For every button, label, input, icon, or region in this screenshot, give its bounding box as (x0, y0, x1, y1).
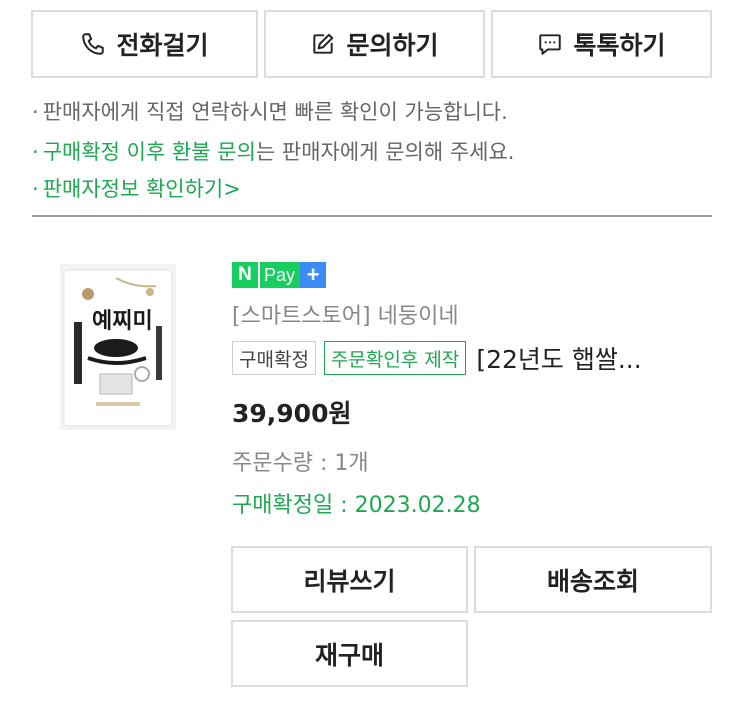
plus-icon: + (300, 262, 327, 288)
bullet: · (32, 140, 39, 164)
bullet: · (32, 177, 39, 201)
bullet: · (32, 100, 39, 124)
refund-notice: · 구매확정 이후 환불 문의는 판매자에게 문의해 주세요. (32, 136, 514, 166)
status-badge-made-to-order: 주문확인후 제작 (323, 341, 467, 375)
write-review-button[interactable]: 리뷰쓰기 (231, 546, 468, 613)
inquiry-button[interactable]: 문의하기 (264, 10, 485, 78)
phone-icon (80, 31, 106, 57)
npay-label: Pay (260, 262, 301, 288)
talktalk-button[interactable]: 톡톡하기 (491, 10, 712, 78)
store-name[interactable]: [스마트스토어] 네둥이네 (232, 298, 459, 330)
contact-notice: · 판매자에게 직접 연락하시면 빠른 확인이 가능합니다. (32, 96, 508, 126)
contact-notice-text: 판매자에게 직접 연락하시면 빠른 확인이 가능합니다. (42, 100, 508, 124)
call-button[interactable]: 전화걸기 (31, 10, 258, 78)
confirm-date: 구매확정일 : 2023.02.28 (232, 493, 481, 518)
seller-info-link-label: 판매자정보 확인하기 (42, 177, 224, 201)
seller-info-link[interactable]: · 판매자정보 확인하기> (32, 173, 241, 203)
track-delivery-label: 배송조회 (546, 566, 639, 596)
status-badges: 구매확정 주문확인후 제작 [22년도 햅쌀... (232, 340, 642, 376)
section-divider (32, 215, 712, 217)
refund-notice-highlight: 구매확정 이후 환불 문의 (42, 140, 256, 164)
product-price: 39,900원 (232, 399, 352, 428)
chat-bubble-icon (537, 31, 563, 57)
edit-icon (310, 31, 336, 57)
naver-n-icon: N (232, 262, 258, 288)
order-quantity: 주문수량 : 1개 (232, 451, 369, 476)
rebuy-button[interactable]: 재구매 (231, 620, 468, 687)
product-title[interactable]: [22년도 햅쌀... (476, 340, 641, 376)
inquiry-label: 문의하기 (346, 31, 439, 60)
refund-notice-text: 는 판매자에게 문의해 주세요. (255, 140, 515, 164)
product-image-text: 예찌미 (92, 308, 153, 334)
write-review-label: 리뷰쓰기 (303, 566, 396, 596)
status-badge-confirmed: 구매확정 (232, 341, 316, 375)
track-delivery-button[interactable]: 배송조회 (474, 546, 712, 613)
product-thumbnail[interactable]: 예찌미 (58, 262, 178, 432)
talktalk-label: 톡톡하기 (573, 31, 666, 60)
rebuy-label: 재구매 (314, 640, 384, 670)
call-label: 전화걸기 (116, 31, 209, 60)
naver-pay-badge: N Pay + (232, 262, 327, 288)
chevron-right-icon: > (223, 177, 241, 201)
